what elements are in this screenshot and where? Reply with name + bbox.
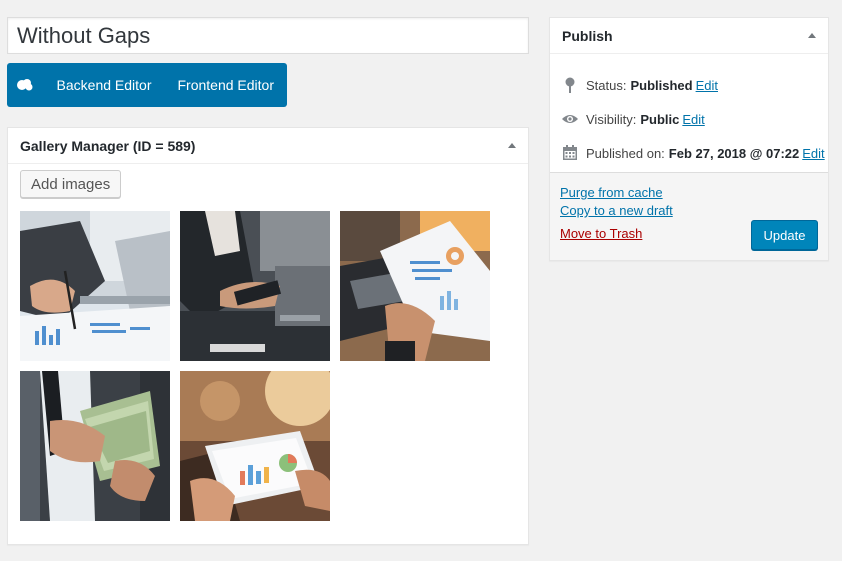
publish-header: Publish [550,18,828,54]
collapse-toggle-icon[interactable] [808,33,816,38]
published-on-value: Feb 27, 2018 @ 07:22 [668,145,800,161]
gallery-manager-box: Gallery Manager (ID = 589) Add images [7,127,529,545]
backend-editor-button[interactable]: Backend Editor [44,63,165,107]
gallery-image-report[interactable] [340,211,490,361]
calendar-icon [560,144,580,162]
gallery-manager-title: Gallery Manager (ID = 589) [20,137,196,154]
gallery-image-money[interactable] [20,371,170,521]
gallery-image-tablet[interactable] [180,371,330,521]
editor-switch-bar: Backend Editor Frontend Editor [7,63,287,107]
visibility-label: Visibility: [586,111,637,127]
edit-visibility-link[interactable]: Edit [682,112,704,127]
eye-icon [560,110,580,128]
post-title-input[interactable] [7,17,529,54]
purge-cache-link[interactable]: Purge from cache [560,185,663,200]
published-on-row: Published on: Feb 27, 2018 @ 07:22 Edit [560,144,825,162]
published-on-label: Published on: [586,145,665,161]
pin-icon [560,76,580,94]
status-value: Published [630,77,693,93]
update-button[interactable]: Update [751,220,818,250]
gallery-image-analysis[interactable] [20,211,170,361]
add-images-button[interactable]: Add images [20,170,122,198]
major-publishing-actions: Purge from cache Copy to a new draft Mov… [550,172,828,260]
publish-title: Publish [562,27,613,44]
move-to-trash-link[interactable]: Move to Trash [560,226,642,241]
status-row: Status: Published Edit [560,76,718,94]
visibility-row: Visibility: Public Edit [560,110,705,128]
gallery-image-meeting[interactable] [180,211,330,361]
publish-box: Publish Status: Published Edit Visibilit… [549,17,829,261]
visual-composer-logo-icon[interactable] [7,63,44,107]
frontend-editor-button[interactable]: Frontend Editor [165,63,288,107]
collapse-toggle-icon[interactable] [508,143,516,148]
gallery-manager-header: Gallery Manager (ID = 589) [8,128,528,164]
edit-status-link[interactable]: Edit [696,78,718,93]
copy-to-draft-link[interactable]: Copy to a new draft [560,203,673,218]
edit-date-link[interactable]: Edit [802,146,824,161]
visibility-value: Public [640,111,680,127]
status-label: Status: [586,77,627,93]
